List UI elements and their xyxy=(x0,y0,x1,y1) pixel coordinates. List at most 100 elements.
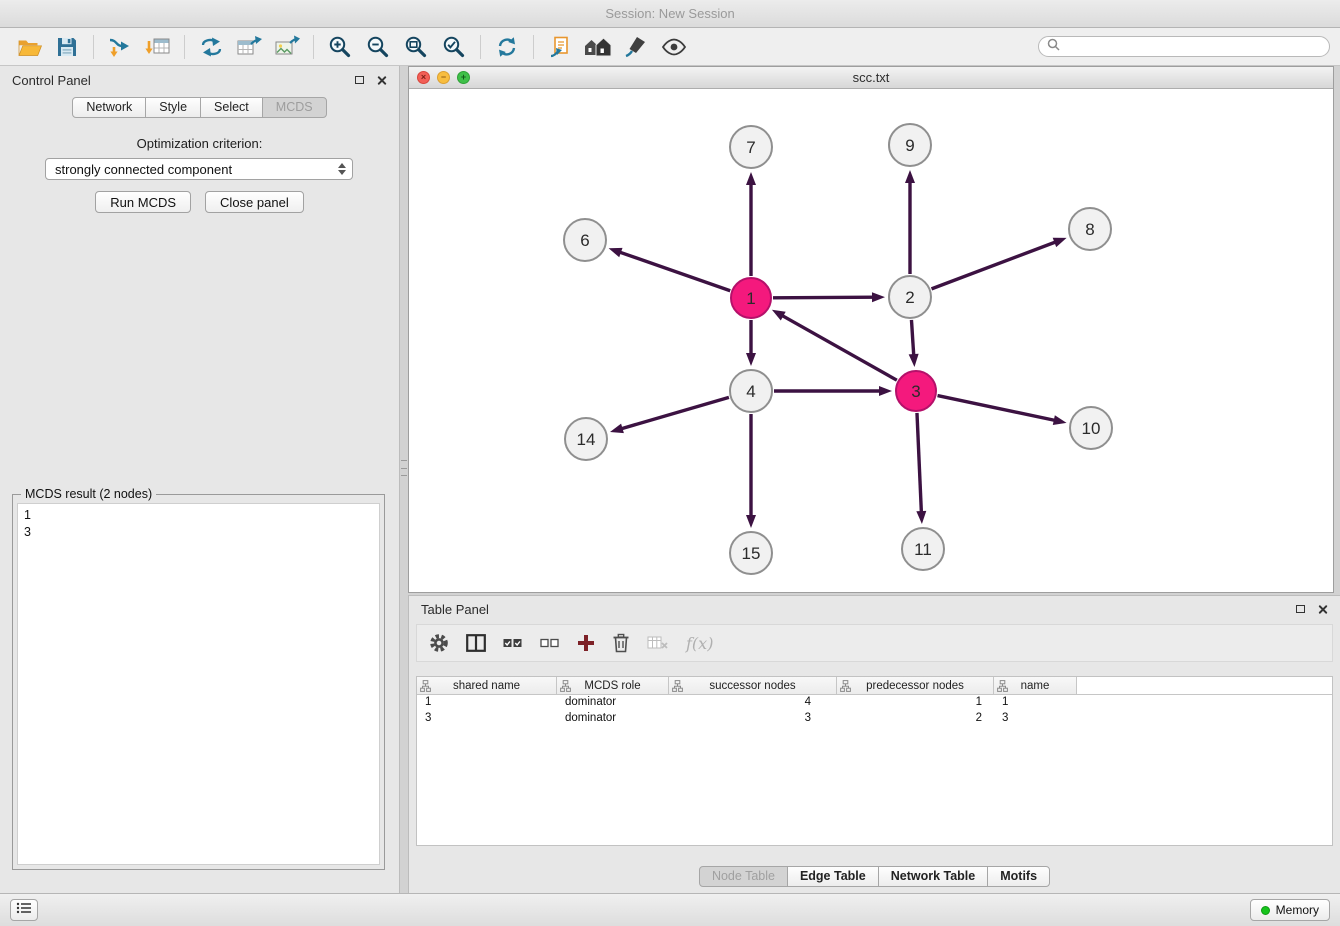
graph-edge-arrow xyxy=(610,424,624,434)
cell-predecessor-nodes: 1 xyxy=(837,695,994,711)
import-network-icon[interactable] xyxy=(101,31,139,63)
graph-edge-1-6[interactable] xyxy=(618,252,730,291)
column-header-name[interactable]: name xyxy=(994,677,1077,695)
table-panel: Table Panel f(x) shared nameMCDS rolesuc… xyxy=(408,595,1340,893)
column-header-shared-name[interactable]: shared name xyxy=(417,677,557,695)
dropdown-arrows-icon xyxy=(338,163,346,175)
columns-icon[interactable] xyxy=(466,634,486,652)
close-panel-icon[interactable] xyxy=(376,75,387,86)
search-icon xyxy=(1047,38,1060,56)
export-table-icon[interactable] xyxy=(230,31,268,63)
close-window-icon[interactable]: × xyxy=(417,71,430,84)
float-panel-icon[interactable] xyxy=(355,76,364,84)
graph-edge-2-3[interactable] xyxy=(911,320,913,357)
graph-edge-4-14[interactable] xyxy=(620,397,729,429)
search-box[interactable] xyxy=(1038,36,1330,57)
open-file-icon[interactable] xyxy=(10,31,48,63)
window-title: Session: New Session xyxy=(605,6,734,21)
tab-node-table[interactable]: Node Table xyxy=(699,866,788,887)
tab-network-table[interactable]: Network Table xyxy=(878,866,989,887)
tab-network[interactable]: Network xyxy=(72,97,146,118)
zoom-selected-icon[interactable] xyxy=(435,31,473,63)
criterion-dropdown[interactable]: strongly connected component xyxy=(45,158,353,180)
table-row[interactable]: 3dominator323 xyxy=(417,711,1332,727)
float-table-panel-icon[interactable] xyxy=(1296,605,1305,613)
cell-mcds-role: dominator xyxy=(557,695,669,711)
close-panel-button[interactable]: Close panel xyxy=(205,191,304,213)
tab-select[interactable]: Select xyxy=(200,97,263,118)
network-window-titlebar[interactable]: × − + scc.txt xyxy=(409,67,1333,89)
graph-edge-3-11[interactable] xyxy=(917,413,921,514)
graph-node-label-8: 8 xyxy=(1085,220,1094,239)
zoom-fit-icon[interactable] xyxy=(397,31,435,63)
control-panel-tabs: NetworkStyleSelectMCDS xyxy=(0,97,399,118)
graph-node-label-3: 3 xyxy=(911,382,920,401)
home-icon[interactable] xyxy=(579,31,617,63)
maximize-window-icon[interactable]: + xyxy=(457,71,470,84)
graph-edge-arrow xyxy=(916,511,926,524)
delete-icon[interactable] xyxy=(612,633,630,653)
cell-predecessor-nodes: 2 xyxy=(837,711,994,727)
import-table-icon[interactable] xyxy=(139,31,177,63)
apply-style-icon[interactable] xyxy=(617,31,655,63)
network-graph[interactable]: 7968124314101511 xyxy=(409,90,1333,592)
graph-edge-2-8[interactable] xyxy=(932,241,1058,289)
cell-shared-name: 3 xyxy=(417,711,557,727)
result-item: 3 xyxy=(24,524,373,541)
mcds-result-list[interactable]: 13 xyxy=(17,503,380,865)
status-bar: Memory xyxy=(0,893,1340,926)
function-builder-icon: f(x) xyxy=(686,634,713,653)
column-header-predecessor-nodes[interactable]: predecessor nodes xyxy=(837,677,994,695)
show-hide-icon[interactable] xyxy=(655,31,693,63)
refresh-icon[interactable] xyxy=(488,31,526,63)
graph-edge-arrow xyxy=(905,170,915,183)
graph-edge-arrow xyxy=(879,386,892,396)
graph-edge-arrow xyxy=(746,172,756,185)
minimize-window-icon[interactable]: − xyxy=(437,71,450,84)
memory-status-icon xyxy=(1261,906,1270,915)
table-row[interactable]: 1dominator411 xyxy=(417,695,1332,711)
column-header-mcds-role[interactable]: MCDS role xyxy=(557,677,669,695)
table-panel-tabs: Node TableEdge TableNetwork TableMotifs xyxy=(409,866,1340,887)
clone-network-icon[interactable] xyxy=(541,31,579,63)
graph-edge-arrow xyxy=(609,248,623,257)
control-panel: Control Panel NetworkStyleSelectMCDS Opt… xyxy=(0,66,400,893)
column-header-successor-nodes[interactable]: successor nodes xyxy=(669,677,837,695)
close-table-panel-icon[interactable] xyxy=(1317,604,1328,615)
run-mcds-button[interactable]: Run MCDS xyxy=(95,191,191,213)
tab-edge-table[interactable]: Edge Table xyxy=(787,866,879,887)
select-all-icon[interactable] xyxy=(503,636,523,650)
tab-style[interactable]: Style xyxy=(145,97,201,118)
cell-mcds-role: dominator xyxy=(557,711,669,727)
control-panel-header: Control Panel xyxy=(0,66,399,94)
node-table: shared nameMCDS rolesuccessor nodesprede… xyxy=(416,676,1333,846)
zoom-in-icon[interactable] xyxy=(321,31,359,63)
criterion-value: strongly connected component xyxy=(55,162,232,177)
search-input[interactable] xyxy=(1065,39,1321,55)
mcds-result-box: MCDS result (2 nodes) 13 xyxy=(12,494,385,870)
cell-shared-name: 1 xyxy=(417,695,557,711)
deselect-all-icon[interactable] xyxy=(540,636,560,650)
status-list-button[interactable] xyxy=(10,899,38,921)
toolbar-separator xyxy=(533,35,534,59)
delete-table-icon xyxy=(647,635,669,651)
graph-node-label-14: 14 xyxy=(577,430,596,449)
zoom-out-icon[interactable] xyxy=(359,31,397,63)
graph-edge-3-1[interactable] xyxy=(781,315,897,381)
graph-edge-arrow xyxy=(872,292,885,302)
graph-node-label-9: 9 xyxy=(905,136,914,155)
graph-edge-arrow xyxy=(909,354,919,367)
settings-icon[interactable] xyxy=(429,633,449,653)
graph-edge-3-10[interactable] xyxy=(938,396,1057,421)
tab-motifs[interactable]: Motifs xyxy=(987,866,1050,887)
graph-edge-1-2[interactable] xyxy=(773,297,875,298)
table-body: 1dominator4113dominator323 xyxy=(417,695,1332,727)
memory-button[interactable]: Memory xyxy=(1250,899,1330,921)
export-image-icon[interactable] xyxy=(268,31,306,63)
cell-successor-nodes: 3 xyxy=(669,711,837,727)
panel-splitter[interactable] xyxy=(401,460,407,476)
tab-mcds[interactable]: MCDS xyxy=(262,97,327,118)
add-column-icon[interactable] xyxy=(577,634,595,652)
export-network-icon[interactable] xyxy=(192,31,230,63)
save-session-icon[interactable] xyxy=(48,31,86,63)
